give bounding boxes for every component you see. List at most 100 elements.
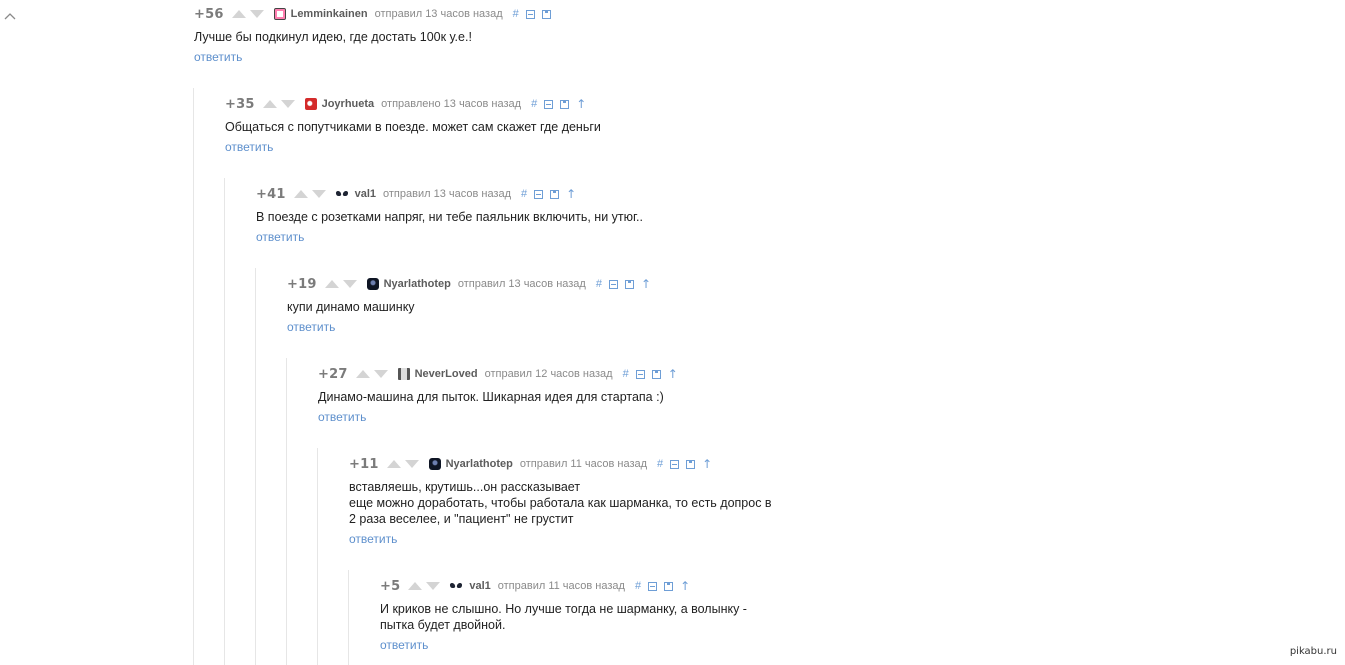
save-comment-icon[interactable] (651, 369, 661, 379)
parent-comment-icon[interactable]: ↑ (702, 458, 712, 470)
reply-link[interactable]: ответить (194, 50, 242, 64)
thread-line[interactable] (193, 88, 194, 665)
comment-link-icon[interactable]: # (635, 580, 641, 592)
avatar[interactable] (304, 98, 317, 110)
comment-text-line: Лучше бы подкинул идею, где достать 100к… (194, 30, 472, 44)
save-comment-icon[interactable] (686, 459, 696, 469)
vote-down-icon[interactable] (249, 10, 264, 18)
comment-text-line: В поезде с розетками напряг, ни тебе пая… (256, 210, 643, 224)
comment-link-icon[interactable]: # (531, 98, 537, 110)
vote-down-icon[interactable] (426, 582, 441, 590)
parent-comment-icon[interactable]: ↑ (641, 278, 651, 290)
comment: +56 Lemminkainen отправил 13 часов назад… (194, 6, 558, 66)
thread-line[interactable] (255, 268, 256, 665)
collapse-comment-icon[interactable] (608, 279, 618, 289)
thread-line[interactable] (286, 358, 287, 665)
comment-header: +5 val1 отправил 11 часов назад # ↑ (380, 578, 747, 594)
thread-line[interactable] (317, 448, 318, 665)
comment-author[interactable]: val1 (469, 580, 490, 592)
save-comment-icon[interactable] (541, 9, 551, 19)
vote-down-icon[interactable] (404, 460, 419, 468)
avatar[interactable] (273, 8, 286, 20)
vote-up-icon[interactable] (293, 190, 308, 198)
collapse-comment-icon[interactable] (534, 189, 544, 199)
comment-header: +35 Joyrhueta отправлено 13 часов назад … (225, 96, 601, 112)
comment-author[interactable]: Joyrhueta (322, 98, 375, 110)
save-comment-icon[interactable] (664, 581, 674, 591)
save-comment-icon[interactable] (550, 189, 560, 199)
collapse-comment-icon[interactable] (544, 99, 554, 109)
save-comment-icon[interactable] (560, 99, 570, 109)
vote-up-icon[interactable] (324, 280, 339, 288)
comment-text: И криков не слышно. Но лучше тогда не ша… (380, 601, 747, 633)
comment-time: отправил 11 часов назад (519, 458, 648, 470)
parent-comment-icon[interactable]: ↑ (668, 368, 678, 380)
comment-text: Динамо-машина для пыток. Шикарная идея д… (318, 389, 678, 405)
comment: +41 val1 отправил 13 часов назад # ↑ В п… (256, 186, 643, 246)
comment-time: отправил 12 часов назад (484, 368, 613, 380)
comment-text-line: Общаться с попутчиками в поезде. может с… (225, 120, 601, 134)
comment-time: отправил 11 часов назад (497, 580, 625, 592)
reply-link[interactable]: ответить (287, 320, 335, 334)
comment: +5 val1 отправил 11 часов назад # ↑ И кр… (380, 578, 747, 654)
avatar[interactable] (450, 582, 464, 590)
collapse-thread-icon[interactable] (4, 12, 16, 22)
reply-link[interactable]: ответить (349, 532, 397, 546)
thread-line[interactable] (224, 178, 225, 665)
comment-link-icon[interactable]: # (657, 458, 663, 470)
avatar[interactable] (366, 278, 379, 290)
comment-text: В поезде с розетками напряг, ни тебе пая… (256, 209, 643, 225)
collapse-comment-icon[interactable] (670, 459, 680, 469)
parent-comment-icon[interactable]: ↑ (576, 98, 586, 110)
comment-author[interactable]: Lemminkainen (291, 8, 368, 20)
parent-comment-icon[interactable]: ↑ (680, 580, 690, 592)
collapse-comment-icon[interactable] (635, 369, 645, 379)
save-comment-icon[interactable] (624, 279, 634, 289)
comment-header: +11 Nyarlathotep отправил 11 часов назад… (349, 456, 772, 472)
comment-text-line: 2 раза веселее, и "пациент" не грустит (349, 512, 574, 526)
comment-text-line: еще можно доработать, чтобы работала как… (349, 496, 772, 510)
comment-author[interactable]: val1 (355, 188, 376, 200)
comment-link-icon[interactable]: # (596, 278, 602, 290)
comment-author[interactable]: Nyarlathotep (446, 458, 513, 470)
comment-text: Общаться с попутчиками в поезде. может с… (225, 119, 601, 135)
comment-text-line: вставляешь, крутишь...он рассказывает (349, 480, 581, 494)
comment-text-line: купи динамо машинку (287, 300, 415, 314)
reply-link[interactable]: ответить (380, 638, 428, 652)
comment-author[interactable]: Nyarlathotep (384, 278, 451, 290)
collapse-comment-icon[interactable] (648, 581, 658, 591)
collapse-comment-icon[interactable] (525, 9, 535, 19)
vote-down-icon[interactable] (373, 370, 388, 378)
vote-up-icon[interactable] (231, 10, 246, 18)
vote-down-icon[interactable] (342, 280, 357, 288)
vote-down-icon[interactable] (280, 100, 295, 108)
comment-header: +56 Lemminkainen отправил 13 часов назад… (194, 6, 558, 22)
comment-author[interactable]: NeverLoved (415, 368, 478, 380)
vote-up-icon[interactable] (386, 460, 401, 468)
comment-rating: +5 (380, 578, 401, 594)
vote-up-icon[interactable] (408, 582, 423, 590)
comment: +19 Nyarlathotep отправил 13 часов назад… (287, 276, 651, 336)
comment: +11 Nyarlathotep отправил 11 часов назад… (349, 456, 772, 548)
avatar[interactable] (428, 458, 441, 470)
avatar[interactable] (336, 190, 350, 198)
comment-rating: +41 (256, 186, 286, 202)
vote-up-icon[interactable] (262, 100, 277, 108)
vote-up-icon[interactable] (355, 370, 370, 378)
comment-time: отправил 13 часов назад (383, 188, 512, 200)
comment-link-icon[interactable]: # (513, 8, 519, 20)
comment-link-icon[interactable]: # (623, 368, 629, 380)
avatar[interactable] (397, 368, 410, 380)
reply-link[interactable]: ответить (256, 230, 304, 244)
reply-link[interactable]: ответить (318, 410, 366, 424)
comment-rating: +19 (287, 276, 317, 292)
comment-link-icon[interactable]: # (521, 188, 527, 200)
vote-down-icon[interactable] (311, 190, 326, 198)
thread-line[interactable] (348, 570, 349, 665)
comment-text: Лучше бы подкинул идею, где достать 100к… (194, 29, 558, 45)
comment-header: +41 val1 отправил 13 часов назад # ↑ (256, 186, 643, 202)
reply-link[interactable]: ответить (225, 140, 273, 154)
comment-text-line: пытка будет двойной. (380, 618, 506, 632)
comment-rating: +56 (194, 6, 224, 22)
parent-comment-icon[interactable]: ↑ (566, 188, 576, 200)
